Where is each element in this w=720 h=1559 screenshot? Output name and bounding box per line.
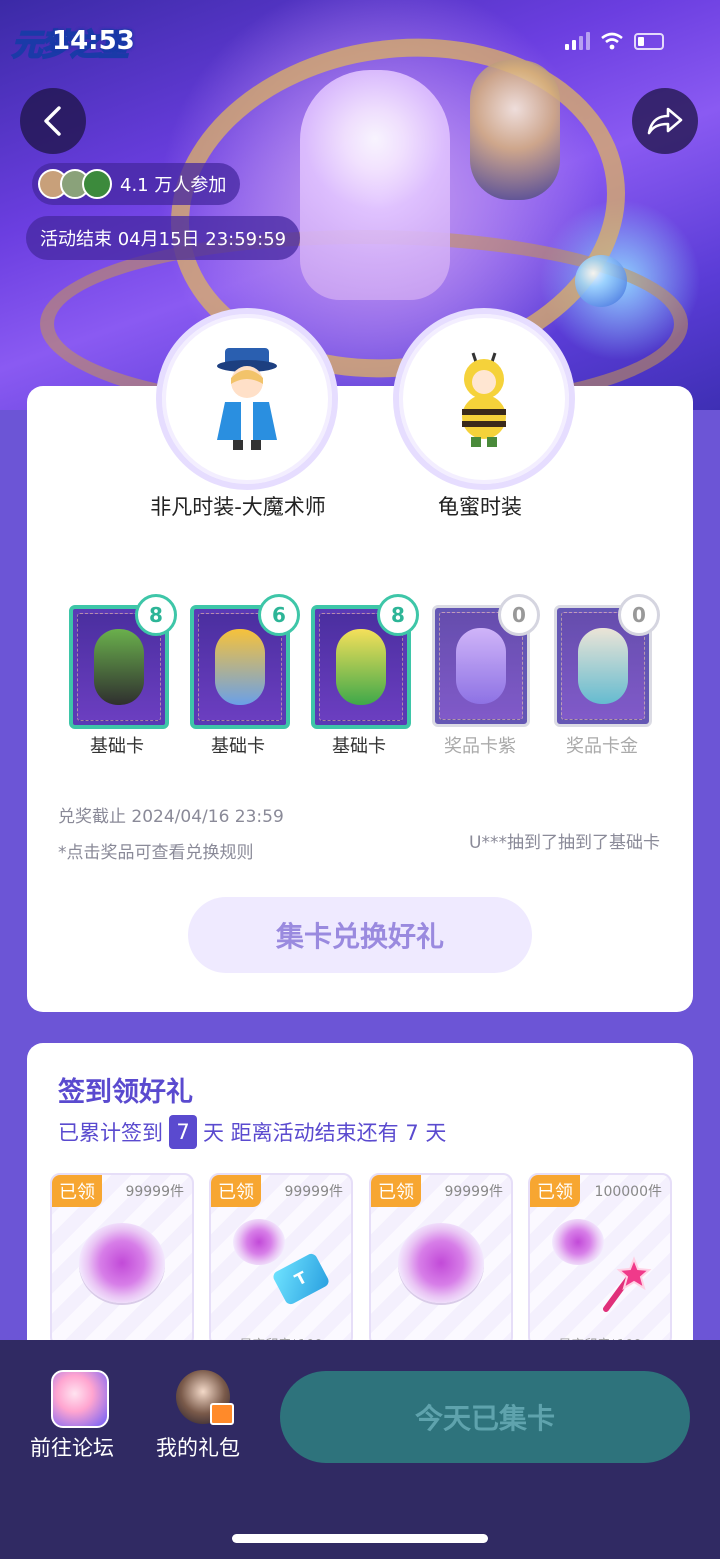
back-arrow-icon [44,106,61,136]
battery-icon [634,32,664,50]
prize-title: 龟蜜时装 [438,495,522,519]
card-label: 基础卡 [90,736,144,757]
ticket-icon: T [271,1251,331,1307]
signin-reward-2[interactable]: 已领 99999件 T 星宝印章*100 [209,1173,353,1347]
star-seal-icon [79,1223,165,1303]
draw-ticker: U***抽到了抽到了基础卡 [469,833,660,853]
participants-count: 4.1 万人参加 [120,175,227,196]
collected-today-button[interactable]: 今天已集卡 [280,1371,690,1463]
card-count-badge: 8 [135,594,177,636]
card-count-badge: 0 [498,594,540,636]
redeem-deadline: 兑奖截止 2024/04/16 23:59 [58,807,284,827]
home-indicator [232,1534,488,1543]
reward-quantity: 99999件 [444,1184,503,1200]
signin-prefix: 已累计签到 [58,1121,163,1145]
prize-bee-outfit[interactable] [393,308,575,490]
participants-pill: 4.1 万人参加 [32,163,241,205]
hero-bubble-decoration [575,255,627,307]
share-icon [647,107,683,135]
card-character-figure [336,629,386,705]
back-button[interactable] [20,88,86,154]
my-gifts-link[interactable]: 我的礼包 [156,1432,240,1462]
signin-reward-4[interactable]: 已领 100000件 星宝印章*100 [528,1173,672,1347]
claimed-tag: 已领 [52,1175,102,1207]
card-character-figure [94,629,144,705]
forum-app-icon[interactable] [51,1370,109,1428]
event-end-pill: 活动结束 04月15日 23:59:59 [26,216,301,260]
signin-days: 7 [169,1115,197,1149]
reward-quantity: 100000件 [594,1184,662,1200]
participant-avatars [38,169,112,199]
card-label: 奖品卡紫 [444,736,516,757]
signin-reward-3[interactable]: 已领 99999件 [369,1173,513,1347]
star-seal-icon [398,1223,484,1303]
claimed-tag: 已领 [530,1175,580,1207]
claimed-tag: 已领 [371,1175,421,1207]
signin-progress: 已累计签到 7 天 距离活动结束还有 7 天 [58,1115,446,1149]
card-count-badge: 0 [618,594,660,636]
hero-main-character [300,70,450,300]
signin-title: 签到领好礼 [58,1077,193,1108]
prize-magician-outfit[interactable] [156,308,338,490]
share-button[interactable] [632,88,698,154]
forum-link[interactable]: 前往论坛 [30,1432,114,1462]
status-time: 14:53 [52,26,135,56]
wifi-icon [601,32,623,50]
prize-title: 非凡时装-大魔术师 [150,495,326,519]
card-label: 基础卡 [211,736,265,757]
claimed-tag: 已领 [211,1175,261,1207]
card-label: 基础卡 [332,736,386,757]
signal-icon [565,32,590,50]
card-character-figure [578,628,628,704]
card-count-badge: 6 [258,594,300,636]
exchange-gift-button[interactable]: 集卡兑换好礼 [188,897,532,973]
rules-hint: *点击奖品可查看兑换规则 [58,843,254,863]
reward-quantity: 99999件 [284,1184,343,1200]
status-icons [565,32,664,50]
star-wand-icon [603,1256,652,1312]
avatar [82,169,112,199]
bee-outfit-icon [462,352,506,447]
card-character-figure [456,628,506,704]
gift-icon [210,1403,234,1425]
card-character-figure [215,629,265,705]
star-seal-icon [233,1219,285,1265]
card-count-badge: 8 [377,594,419,636]
reward-quantity: 99999件 [125,1184,184,1200]
signin-suffix: 天 距离活动结束还有 7 天 [203,1121,447,1145]
magician-outfit-icon [217,348,277,450]
signin-reward-1[interactable]: 已领 99999件 [50,1173,194,1347]
hero-side-character [470,60,560,200]
card-label: 奖品卡金 [566,736,638,757]
